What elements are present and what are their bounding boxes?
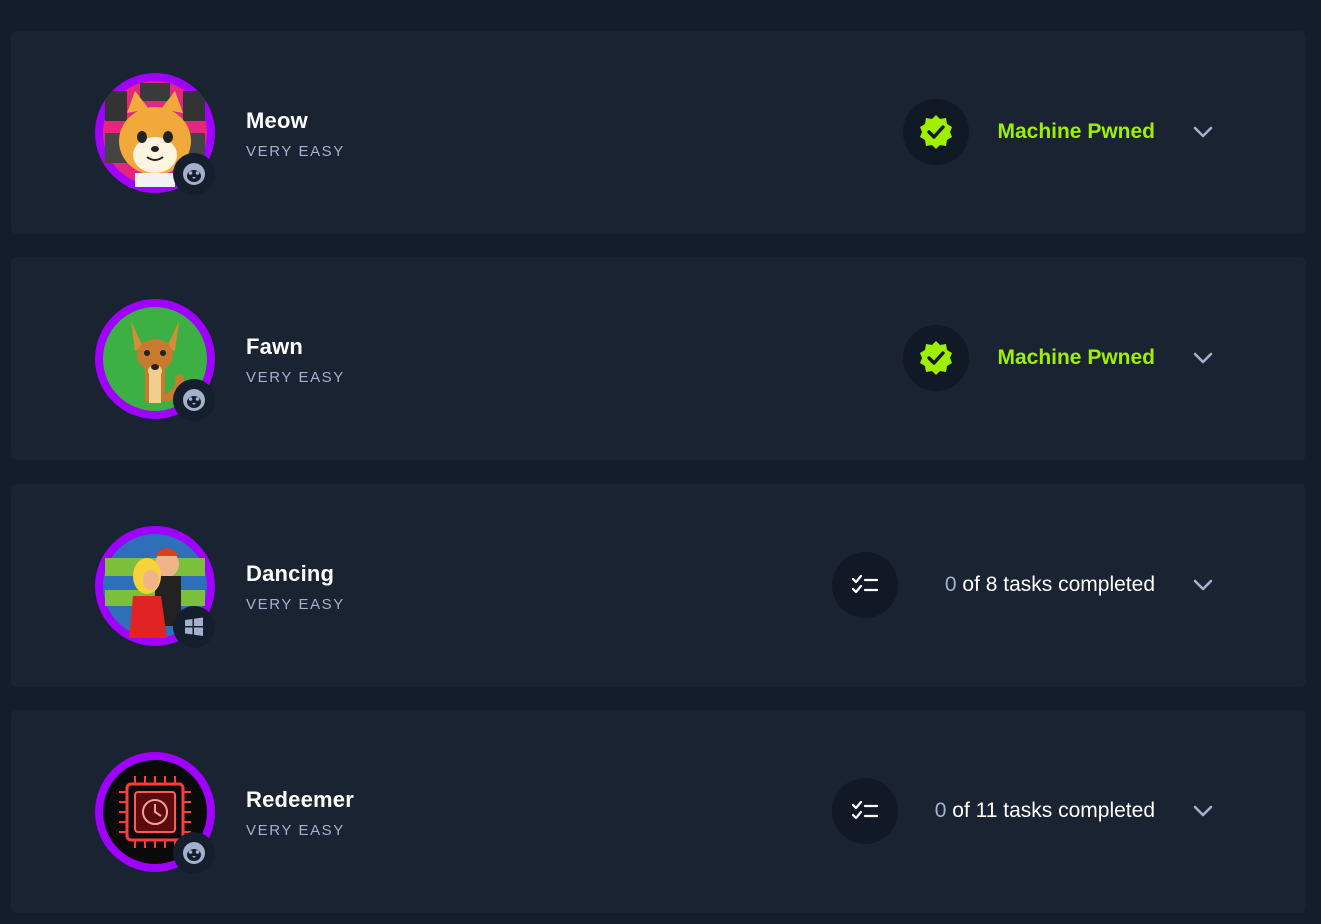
- verified-badge-icon: [903, 325, 969, 391]
- machine-difficulty: VERY EASY: [246, 143, 345, 160]
- chevron-down-icon[interactable]: [1191, 573, 1215, 597]
- machine-name: Fawn: [246, 334, 304, 359]
- tasks-done-count: 0: [934, 799, 947, 822]
- status-label: Machine Pwned: [997, 120, 1155, 143]
- machine-avatar: [95, 73, 215, 195]
- machine-name: Dancing: [246, 561, 335, 586]
- chevron-down-icon[interactable]: [1191, 799, 1215, 823]
- linux-icon: [173, 379, 215, 421]
- machine-difficulty: VERY EASY: [246, 369, 345, 386]
- machine-difficulty: VERY EASY: [246, 596, 345, 613]
- machine-card-redeemer[interactable]: Redeemer VERY EASY 0 of 11 tasks complet…: [11, 710, 1306, 913]
- machine-card-meow[interactable]: Meow VERY EASY Machine Pwned: [11, 31, 1306, 234]
- task-list-icon: [832, 778, 898, 844]
- linux-icon: [173, 153, 215, 195]
- task-list-icon: [832, 552, 898, 618]
- machine-difficulty: VERY EASY: [246, 822, 345, 839]
- chevron-down-icon[interactable]: [1191, 346, 1215, 370]
- tasks-total-label: of 11 tasks completed: [946, 799, 1155, 822]
- tasks-progress: 0 of 11 tasks completed: [935, 799, 1155, 823]
- machine-card-fawn[interactable]: Fawn VERY EASY Machine Pwned: [11, 257, 1306, 460]
- linux-icon: [173, 832, 215, 874]
- chevron-down-icon[interactable]: [1191, 120, 1215, 144]
- tasks-progress: 0 of 8 tasks completed: [945, 573, 1155, 597]
- machine-name: Meow: [246, 108, 308, 133]
- verified-badge-icon: [903, 99, 969, 165]
- windows-icon: [173, 606, 215, 648]
- machine-name: Redeemer: [246, 787, 354, 812]
- machine-avatar: [95, 299, 215, 421]
- machine-avatar: [95, 752, 215, 874]
- machine-card-dancing[interactable]: Dancing VERY EASY 0 of 8 tasks completed: [11, 484, 1306, 687]
- tasks-total-label: of 8 tasks completed: [956, 573, 1155, 596]
- status-label: Machine Pwned: [997, 346, 1155, 369]
- machine-avatar: [95, 526, 215, 648]
- tasks-done-count: 0: [944, 573, 957, 596]
